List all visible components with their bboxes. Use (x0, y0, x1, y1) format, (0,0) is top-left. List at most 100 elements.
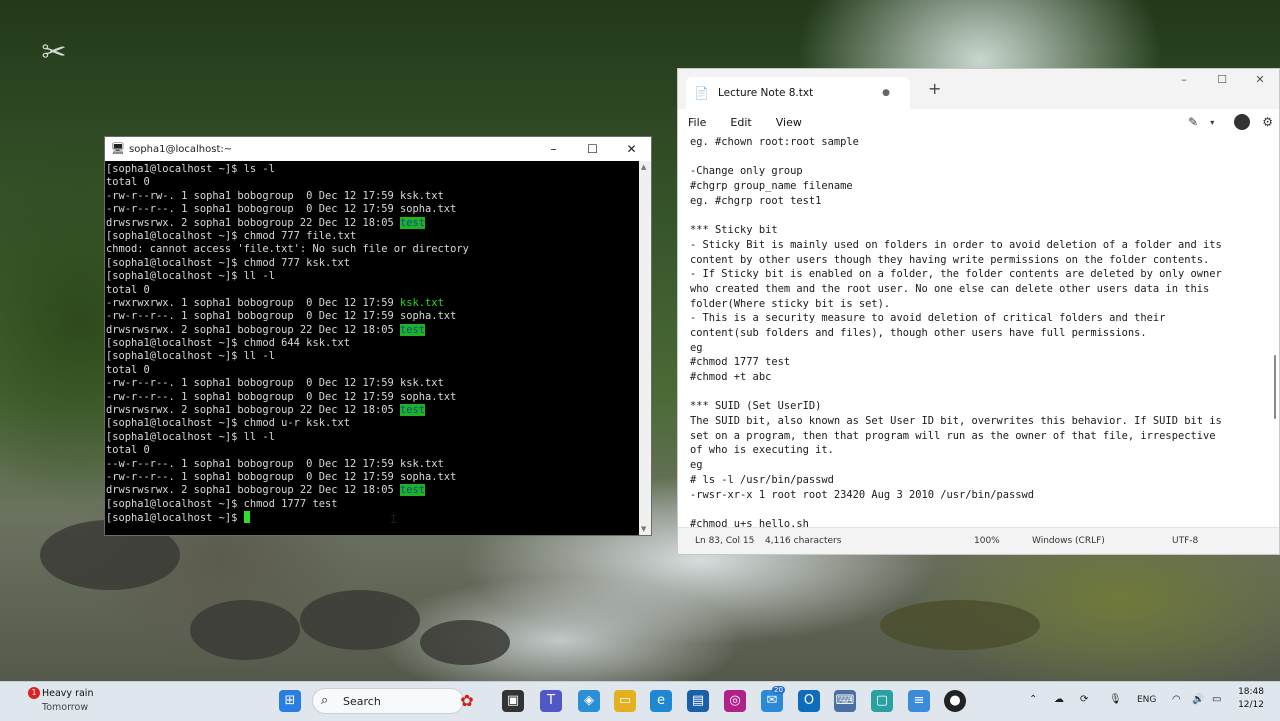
putty-taskbar-icon[interactable]: ⌨ (834, 690, 856, 712)
terminal-text: chmod: cannot access 'file.txt': No such… (106, 243, 469, 256)
chevron-up-icon[interactable]: ⌃ (1029, 694, 1037, 705)
terminal-text: test (400, 323, 426, 336)
battery-icon[interactable]: ▭ (1212, 694, 1221, 705)
editor-line: *** SUID (Set UserID) (690, 400, 822, 413)
wallpaper-rock (880, 600, 1040, 650)
terminal-text: total 0 (106, 283, 150, 296)
chevron-down-icon[interactable]: ▾ (1210, 118, 1214, 127)
volume-icon[interactable]: 🔊 (1192, 694, 1204, 705)
microphone-icon[interactable]: 🎙 (1109, 694, 1122, 705)
terminal-line: [sopha1@localhost ~]$ ls -l (106, 163, 639, 176)
status-zoom[interactable]: 100% (974, 536, 1000, 546)
close-button[interactable]: ✕ (1241, 69, 1279, 93)
putty-icon: 🖥 (111, 142, 125, 155)
clock[interactable]: 18:48 12/12 (1232, 687, 1264, 713)
terminal-title: sopha1@localhost:~ (129, 143, 233, 155)
cloud-icon[interactable]: ☁ (1054, 694, 1064, 705)
terminal-line: chmod: cannot access 'file.txt': No such… (106, 243, 639, 256)
terminal-line: total 0 (106, 364, 639, 377)
recording-app-icon[interactable]: ● (944, 690, 966, 712)
maximize-button[interactable]: ☐ (1203, 69, 1241, 93)
terminal-text: [sopha1@localhost ~]$ chmod 1777 test (106, 497, 338, 510)
search-highlight-icon[interactable]: ✿ (456, 690, 478, 712)
minimize-button[interactable]: – (534, 137, 573, 161)
copilot-icon[interactable]: ◈ (578, 690, 600, 712)
new-tab-button[interactable]: + (928, 79, 941, 98)
wifi-icon[interactable]: ◠ (1172, 694, 1181, 705)
terminal-text: -rw-r--r--. 1 sopha1 bobogroup 0 Dec 12 … (106, 390, 457, 403)
editor-line: - This is a security measure to avoid de… (690, 312, 1166, 325)
close-button[interactable]: ✕ (612, 137, 651, 161)
minimize-button[interactable]: – (1165, 69, 1203, 93)
app-taskbar-icon[interactable]: ▢ (871, 690, 893, 712)
terminal-line: total 0 (106, 444, 639, 457)
wallpaper-rock (300, 590, 420, 650)
clock-date: 12/12 (1238, 700, 1264, 710)
terminal-line: drwsrwsrwx. 2 sopha1 bobogroup 22 Dec 12… (106, 484, 639, 497)
terminal-line: -rw-r--r--. 1 sopha1 bobogroup 0 Dec 12 … (106, 377, 639, 390)
terminal-text: ksk.txt (400, 296, 444, 309)
unsaved-dot-icon[interactable]: ● (882, 88, 890, 98)
menu-edit[interactable]: Edit (730, 116, 751, 129)
terminal-line: drwsrwsrwx. 2 sopha1 bobogroup 22 Dec 12… (106, 323, 639, 337)
terminal-text: [sopha1@localhost ~]$ ll -l (106, 270, 275, 283)
terminal-line: total 0 (106, 284, 639, 297)
app-icon[interactable]: ◎ (724, 690, 746, 712)
outlook-icon[interactable]: O (798, 690, 820, 712)
search-box[interactable]: ⌕ Search (312, 688, 464, 714)
status-line-ending[interactable]: Windows (CRLF) (1032, 536, 1105, 546)
editor-line: of who is executing it. (690, 444, 834, 457)
tab-lecture-note[interactable]: 📄 Lecture Note 8.txt ● (686, 77, 910, 109)
sync-icon[interactable]: ⟳ (1080, 694, 1088, 705)
teams-badge: 20 (772, 686, 785, 694)
editor-scrollbar-thumb[interactable] (1274, 355, 1276, 419)
terminal-text: -rw-r--r--. 1 sopha1 bobogroup 0 Dec 12 … (106, 470, 457, 483)
text-cursor-icon: ⌶ (390, 512, 398, 526)
editor-line: eg. #chown root:root sample (690, 136, 859, 148)
terminal-window[interactable]: 🖥 sopha1@localhost:~ – ☐ ✕ [sopha1@local… (104, 136, 652, 536)
edge-browser-icon[interactable]: e (650, 690, 672, 712)
search-icon: ⌕ (321, 693, 329, 708)
start-windows-icon[interactable]: ⊞ (279, 690, 301, 712)
terminal-text: [sopha1@localhost ~]$ chmod u-r ksk.txt (106, 417, 350, 430)
copilot-rewrite-icon[interactable]: ✎ (1188, 115, 1198, 129)
terminal-text: drwsrwsrwx. 2 sopha1 bobogroup 22 Dec 12… (106, 323, 401, 336)
notepad-toolbar-right: ✎ ▾ ⚙ (1182, 109, 1279, 135)
file-explorer-icon[interactable]: ▭ (614, 690, 636, 712)
editor-line: set on a program, then that program will… (690, 429, 1216, 442)
menu-file[interactable]: File (688, 116, 706, 129)
account-avatar[interactable] (1234, 114, 1251, 130)
terminal-text: [sopha1@localhost ~]$ chmod 777 file.txt (106, 229, 357, 242)
terminal-output[interactable]: [sopha1@localhost ~]$ ls -l total 0 -rw-r-… (105, 161, 639, 535)
notepad-taskbar-icon[interactable]: ≡ (908, 690, 930, 712)
terminal-line: -rw-r--r--. 1 sopha1 bobogroup 0 Dec 12 … (106, 310, 639, 323)
notepad-editor[interactable]: eg. #chown root:root sample -Change only … (678, 135, 1273, 529)
settings-gear-icon[interactable]: ⚙ (1262, 115, 1273, 129)
terminal-line: -rw-r--r--. 1 sopha1 bobogroup 0 Dec 12 … (106, 203, 639, 216)
terminal-text: [sopha1@localhost ~]$ ll -l (106, 350, 275, 363)
weather-subtitle: Tomorrow (42, 702, 89, 713)
terminal-line: drwsrwsrwx. 2 sopha1 bobogroup 22 Dec 12… (106, 404, 639, 417)
scroll-down-icon[interactable]: ▼ (641, 525, 646, 533)
notepad-window[interactable]: 📄 Lecture Note 8.txt ● + – ☐ ✕ File Edit… (677, 68, 1280, 555)
teams-icon[interactable]: T (540, 690, 562, 712)
terminal-titlebar[interactable]: 🖥 sopha1@localhost:~ – ☐ ✕ (105, 137, 651, 161)
language-indicator[interactable]: ENG (1137, 695, 1156, 705)
editor-line: *** Sticky bit (690, 224, 778, 237)
scroll-up-icon[interactable]: ▲ (641, 163, 646, 171)
terminal-line: [sopha1@localhost ~]$ chmod 777 ksk.txt (106, 257, 639, 270)
editor-line: - If Sticky bit is enabled on a folder, … (690, 268, 1222, 281)
maximize-button[interactable]: ☐ (573, 137, 612, 161)
menu-view[interactable]: View (776, 116, 802, 129)
notepad-window-controls: – ☐ ✕ (1165, 69, 1279, 93)
status-encoding[interactable]: UTF-8 (1172, 536, 1198, 546)
notepad-icon: 📄 (694, 86, 709, 100)
editor-line: #chmod 1777 test (690, 356, 791, 369)
status-position: Ln 83, Col 15 (695, 536, 755, 546)
capcut-logo-icon: ✂ (41, 35, 67, 70)
store-icon[interactable]: ▤ (687, 690, 709, 712)
terminal-scrollbar[interactable]: ▲ ▼ (639, 161, 651, 535)
task-view-icon[interactable]: ▣ (502, 690, 524, 712)
